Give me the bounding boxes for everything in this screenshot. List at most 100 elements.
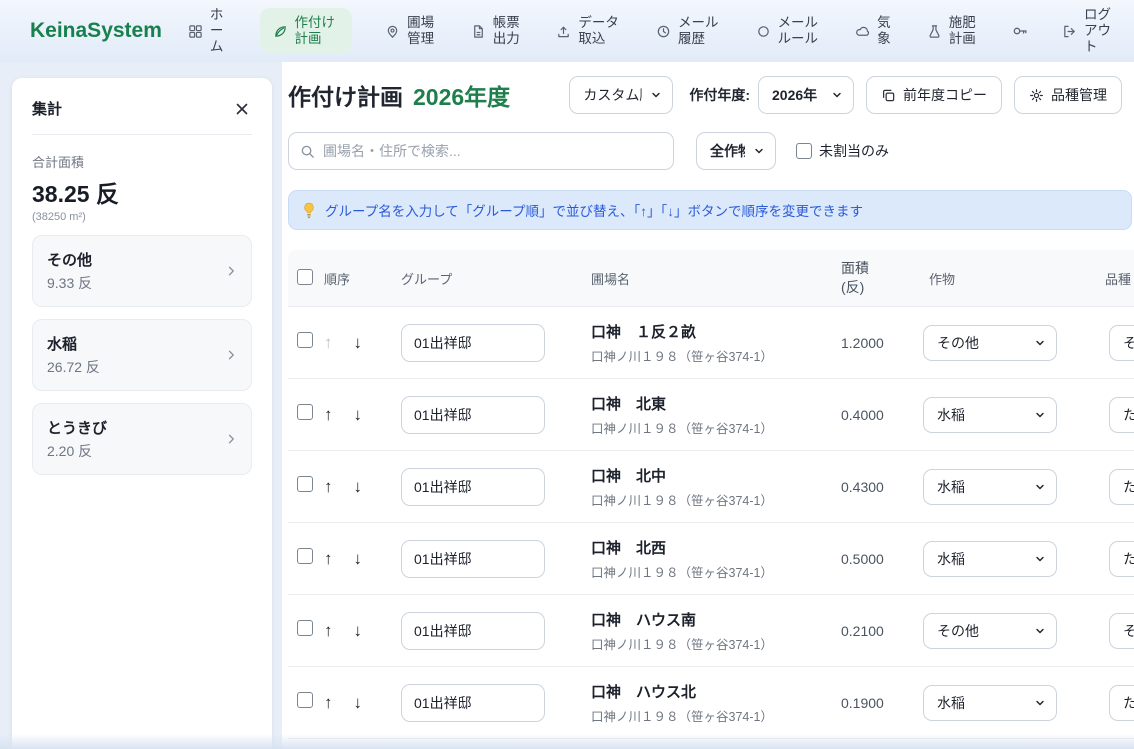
crop-select[interactable]: 水稲 (923, 469, 1057, 505)
nav-item-mail-rules[interactable]: メールルール (756, 15, 822, 47)
sort-select[interactable]: カスタム順 (569, 76, 673, 114)
crop-select[interactable]: 水稲 (923, 397, 1057, 433)
row-checkbox[interactable] (297, 692, 313, 708)
crop-filter-select[interactable]: 全作物 (696, 132, 776, 170)
page-year: 2026年度 (413, 78, 510, 112)
row-checkbox[interactable] (297, 620, 313, 636)
page-title: 作付け計画 (288, 78, 403, 112)
table-row: ↑ ↓ 口神 北西 口神ノ川１９８（笹ヶ谷374-1） 0.5000 水稲 た (288, 522, 1134, 594)
nav-item-home[interactable]: ホーム (188, 7, 226, 56)
field-name: 口神 ハウス南 (591, 609, 841, 630)
move-down-button[interactable]: ↓ (354, 622, 363, 639)
nav-label: メール履歴 (678, 15, 722, 47)
move-down-button[interactable]: ↓ (354, 334, 363, 351)
nav-label: ログアウト (1084, 7, 1114, 56)
crop-select[interactable]: その他 (923, 325, 1057, 361)
nav-items: ホーム 作付け計画 圃場管理 帳票出力 データ取込 (188, 7, 1114, 56)
close-icon[interactable] (232, 99, 252, 119)
move-down-button[interactable]: ↓ (354, 406, 363, 423)
move-up-button[interactable]: ↑ (324, 550, 333, 567)
variety-select[interactable]: た (1109, 685, 1134, 721)
move-up-button[interactable]: ↑ (324, 622, 333, 639)
field-name: 口神 北中 (591, 465, 841, 486)
nav-item-planting-plan[interactable]: 作付け計画 (260, 8, 352, 54)
cloud-icon (855, 24, 870, 39)
planting-table: 順序 グループ 圃場名 面積 (反) 作物 品種 ↑ ↓ 口神 １反２畝 口神ノ… (288, 250, 1134, 739)
nav-item-weather[interactable]: 気象 (855, 15, 893, 47)
top-nav: KeinaSystem ホーム 作付け計画 圃場管理 帳票出力 (0, 0, 1134, 62)
row-checkbox[interactable] (297, 332, 313, 348)
summary-card-rice[interactable]: 水稲 26.72 反 (32, 319, 252, 391)
table-row: ↑ ↓ 口神 ハウス北 口神ノ川１９８（笹ヶ谷374-1） 0.1900 水稲 … (288, 666, 1134, 738)
year-select[interactable]: 2026年 (758, 76, 854, 114)
variety-select[interactable]: た (1109, 397, 1134, 433)
group-input[interactable] (401, 540, 545, 578)
move-down-button[interactable]: ↓ (354, 550, 363, 567)
lightbulb-icon (302, 202, 316, 219)
variety-select[interactable]: た (1109, 469, 1134, 505)
group-input[interactable] (401, 684, 545, 722)
summary-card-corn[interactable]: とうきび 2.20 反 (32, 403, 252, 475)
move-down-button[interactable]: ↓ (354, 694, 363, 711)
col-header-order: 順序 (323, 269, 401, 288)
group-input[interactable] (401, 324, 545, 362)
field-address: 口神ノ川１９８（笹ヶ谷374-1） (591, 346, 841, 365)
copy-previous-year-button[interactable]: 前年度コピー (866, 76, 1002, 114)
chevron-right-icon (225, 348, 237, 362)
row-checkbox[interactable] (297, 476, 313, 492)
nav-item-key[interactable] (1012, 23, 1028, 39)
crop-select[interactable]: 水稲 (923, 541, 1057, 577)
unassigned-only-filter: 未割当のみ (796, 141, 889, 161)
area-value: 0.4300 (841, 479, 923, 495)
chevron-down-icon (1034, 337, 1046, 349)
move-up-button[interactable]: ↑ (324, 406, 333, 423)
key-icon (1012, 23, 1028, 39)
field-address: 口神ノ川１９８（笹ヶ谷374-1） (591, 706, 841, 725)
chevron-down-icon (831, 89, 843, 101)
move-down-button[interactable]: ↓ (354, 478, 363, 495)
area-value: 0.2100 (841, 623, 923, 639)
field-name: 口神 ハウス北 (591, 681, 841, 702)
nav-label: 圃場管理 (407, 15, 437, 47)
row-checkbox[interactable] (297, 548, 313, 564)
select-all-checkbox[interactable] (297, 269, 313, 285)
variety-select[interactable]: そ (1109, 613, 1134, 649)
col-header-variety: 品種 (1099, 269, 1134, 288)
move-up-button[interactable]: ↑ (324, 334, 333, 351)
search-field-wrap (288, 132, 674, 170)
summary-card-other[interactable]: その他 9.33 反 (32, 235, 252, 307)
group-input[interactable] (401, 396, 545, 434)
variety-select[interactable]: そ (1109, 325, 1134, 361)
nav-label: データ取込 (578, 15, 622, 47)
nav-label: ホーム (210, 7, 226, 56)
field-address: 口神ノ川１９８（笹ヶ谷374-1） (591, 634, 841, 653)
crop-select[interactable]: 水稲 (923, 685, 1057, 721)
brand-logo: KeinaSystem (30, 19, 162, 43)
summary-card-name: とうきび (47, 417, 107, 438)
nav-item-fertilization-plan[interactable]: 施肥計画 (927, 15, 979, 47)
summary-panel: 集計 合計面積 38.25 反 (38250 m²) その他 9.33 反 水稲… (12, 78, 272, 749)
move-up-button[interactable]: ↑ (324, 694, 333, 711)
nav-label: 施肥計画 (949, 15, 979, 47)
field-name: 口神 北西 (591, 537, 841, 558)
nav-item-field-management[interactable]: 圃場管理 (385, 15, 437, 47)
row-checkbox[interactable] (297, 404, 313, 420)
nav-item-report-output[interactable]: 帳票出力 (471, 15, 523, 47)
nav-item-mail-history[interactable]: メール履歴 (656, 15, 722, 47)
move-up-button[interactable]: ↑ (324, 478, 333, 495)
group-input[interactable] (401, 612, 545, 650)
group-input[interactable] (401, 468, 545, 506)
copy-icon (881, 88, 896, 103)
col-header-crop: 作物 (923, 269, 1099, 288)
nav-item-logout[interactable]: ログアウト (1062, 7, 1114, 56)
variety-management-button[interactable]: 品種管理 (1014, 76, 1122, 114)
variety-select[interactable]: た (1109, 541, 1134, 577)
table-row: ↑ ↓ 口神 １反２畝 口神ノ川１９８（笹ヶ谷374-1） 1.2000 その他… (288, 306, 1134, 378)
unassigned-only-checkbox[interactable] (796, 143, 812, 159)
total-area-sub: (38250 m²) (32, 211, 252, 223)
nav-item-data-import[interactable]: データ取込 (556, 15, 622, 47)
crop-select[interactable]: その他 (923, 613, 1057, 649)
search-input[interactable] (323, 143, 662, 159)
history-icon (656, 24, 671, 39)
area-value: 1.2000 (841, 335, 923, 351)
